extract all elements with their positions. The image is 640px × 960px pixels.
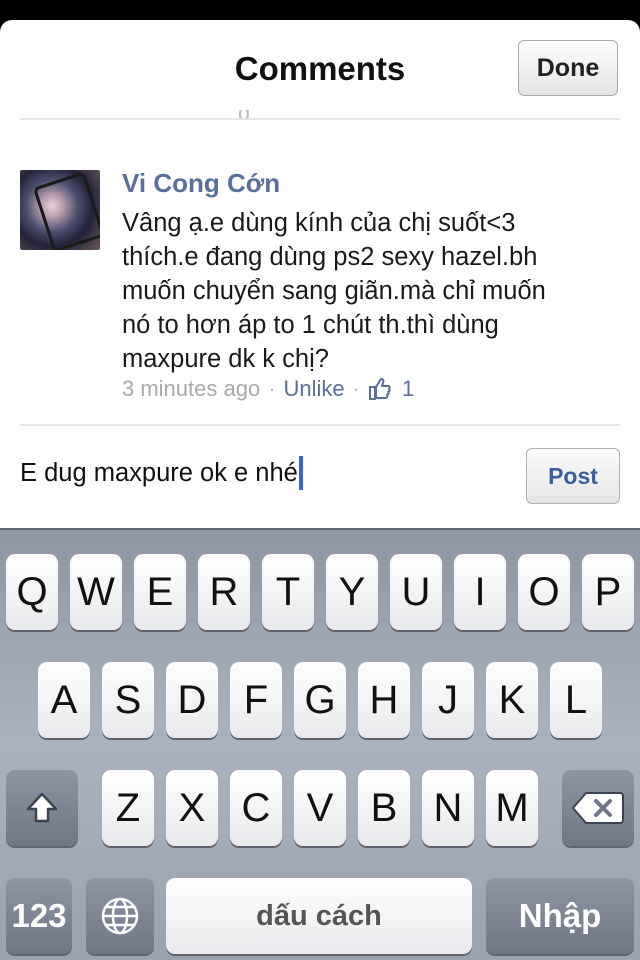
comment-line: Vâng ạ.e dùng kính của chị suốt<3	[122, 209, 516, 237]
key-f[interactable]: F	[230, 662, 282, 738]
key-j[interactable]: J	[422, 662, 474, 738]
globe-icon	[100, 896, 140, 936]
key-b[interactable]: B	[358, 770, 410, 846]
comment-input-text: E dug maxpure ok e nhé	[20, 458, 298, 487]
delete-key[interactable]	[562, 770, 634, 846]
backspace-icon	[572, 791, 624, 825]
key-n[interactable]: N	[422, 770, 474, 846]
key-g[interactable]: G	[294, 662, 346, 738]
like-count: 1	[402, 376, 415, 401]
key-t[interactable]: T	[262, 554, 314, 630]
comment-line: muốn chuyển sang giãn.mà chỉ muốn	[122, 277, 546, 305]
key-d[interactable]: D	[166, 662, 218, 738]
meta-separator: ·	[352, 376, 360, 401]
key-m[interactable]: M	[486, 770, 538, 846]
post-button[interactable]: Post	[526, 448, 620, 504]
key-p[interactable]: P	[582, 554, 634, 630]
key-a[interactable]: A	[38, 662, 90, 738]
return-key[interactable]: Nhập	[486, 878, 634, 954]
meta-separator: ·	[268, 376, 276, 401]
key-c[interactable]: C	[230, 770, 282, 846]
onscreen-keyboard: QWERTYUIOP ASDFGHJKL ZXCVBNM 123 dấu các…	[0, 528, 640, 960]
comment-line: maxpure dk k chị?	[122, 345, 329, 373]
done-button[interactable]: Done	[518, 40, 618, 96]
key-l[interactable]: L	[550, 662, 602, 738]
key-s[interactable]: S	[102, 662, 154, 738]
header-divider	[20, 118, 620, 120]
shift-key[interactable]	[6, 770, 78, 846]
comments-header: Comments Done	[0, 20, 640, 120]
comment-line: nó to hơn áp to 1 chút th.thì dùng	[122, 311, 499, 339]
key-i[interactable]: I	[454, 554, 506, 630]
key-y[interactable]: Y	[326, 554, 378, 630]
key-q[interactable]: Q	[6, 554, 58, 630]
previous-comment-fragment: g	[238, 110, 260, 118]
key-e[interactable]: E	[134, 554, 186, 630]
key-v[interactable]: V	[294, 770, 346, 846]
comment-line: thích.e đang dùng ps2 sexy hazel.bh	[122, 243, 538, 271]
key-z[interactable]: Z	[102, 770, 154, 846]
key-h[interactable]: H	[358, 662, 410, 738]
text-cursor	[298, 456, 303, 490]
space-key[interactable]: dấu cách	[166, 878, 472, 954]
comment-author[interactable]: Vi Cong Cớn	[122, 168, 280, 199]
comment-input[interactable]: E dug maxpure ok e nhé	[20, 456, 303, 490]
key-x[interactable]: X	[166, 770, 218, 846]
comment-divider	[20, 424, 620, 426]
shift-icon	[22, 788, 62, 828]
comment-meta: 3 minutes ago · Unlike · 1	[122, 376, 414, 402]
avatar[interactable]	[20, 170, 100, 250]
numbers-key[interactable]: 123	[6, 878, 72, 954]
key-o[interactable]: O	[518, 554, 570, 630]
comment-timestamp: 3 minutes ago	[122, 376, 261, 401]
comments-sheet: Comments Done g Vi Cong Cớn Vâng ạ.e dùn…	[0, 20, 640, 528]
key-k[interactable]: K	[486, 662, 538, 738]
key-r[interactable]: R	[198, 554, 250, 630]
globe-key[interactable]	[86, 878, 154, 954]
comment-text: Vâng ạ.e dùng kính của chị suốt<3 thích.…	[122, 206, 612, 376]
unlike-link[interactable]: Unlike	[284, 376, 345, 402]
key-w[interactable]: W	[70, 554, 122, 630]
key-u[interactable]: U	[390, 554, 442, 630]
thumbs-up-icon[interactable]	[368, 377, 392, 401]
